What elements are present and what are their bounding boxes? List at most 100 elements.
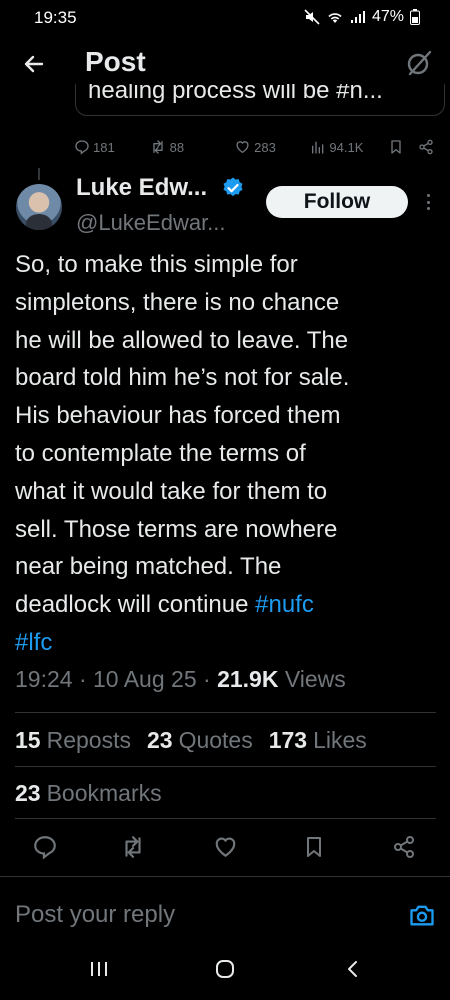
reply-icon	[75, 140, 89, 155]
battery-icon	[410, 9, 420, 25]
prev-repost-button[interactable]: 88	[149, 139, 225, 155]
divider	[15, 712, 436, 713]
prev-like-button[interactable]: 283	[234, 139, 296, 155]
views-icon	[312, 141, 324, 154]
back-button[interactable]	[18, 48, 50, 80]
home-icon	[216, 960, 234, 978]
separator-dot: ·	[78, 666, 94, 692]
post-text-line: So, to make this simple for	[15, 251, 298, 278]
author-handle[interactable]: @LukeEdwar...	[76, 210, 226, 236]
post-text-line: board told him he’s not for sale.	[15, 364, 350, 392]
mute-icon	[304, 9, 320, 25]
verified-badge-icon	[223, 177, 243, 197]
reply-icon	[34, 836, 56, 860]
recent-apps-button[interactable]	[84, 954, 114, 984]
repost-icon	[125, 836, 141, 858]
share-icon	[394, 836, 414, 858]
quoted-post-card[interactable]: healing process will be #n...	[75, 84, 445, 116]
share-button[interactable]	[387, 830, 421, 864]
reposts-stat[interactable]: 15 Reposts	[15, 727, 131, 754]
prev-views-button[interactable]: 94.1K	[310, 139, 384, 155]
more-dot-icon	[426, 194, 430, 197]
bookmarks-count: 23	[15, 780, 41, 806]
camera-button[interactable]	[408, 901, 436, 929]
post-timestamp-row: 19:24 · 10 Aug 25 · 21.9K Views	[15, 666, 346, 693]
post-action-bar	[0, 830, 450, 864]
page-title: Post	[85, 46, 146, 77]
post-text-line: to contemplate the terms of	[15, 439, 306, 467]
post-text-line: sell. Those terms are nowhere	[15, 515, 338, 543]
quotes-count: 23	[146, 727, 173, 753]
divider	[15, 766, 436, 767]
divider	[15, 818, 436, 819]
status-time: 19:35	[34, 8, 77, 27]
views-count: 21.9K	[217, 666, 279, 692]
likes-count: 173	[268, 727, 308, 753]
engagement-stats: 15 Reposts 23 Quotes 173 Likes	[15, 727, 367, 754]
grok-icon	[407, 50, 432, 76]
author-name[interactable]: Luke Edw...	[76, 174, 207, 202]
post-text-line: simpletons, there is no chance	[15, 288, 340, 316]
follow-button[interactable]: Follow	[266, 186, 408, 218]
quotes-label: Quotes	[178, 727, 253, 753]
more-dot-icon	[426, 207, 430, 210]
prev-views-count: 94.1K	[329, 139, 364, 155]
post-date[interactable]: 10 Aug 25	[93, 666, 197, 692]
repost-button[interactable]	[116, 830, 150, 864]
bookmark-icon	[391, 140, 401, 154]
author-row: Luke Edw... @LukeEdwar... Follow	[0, 172, 450, 242]
bookmarks-label: Bookmarks	[46, 780, 162, 806]
status-bar: 19:35 47%	[0, 0, 450, 36]
prev-reply-count: 181	[93, 139, 115, 155]
like-button[interactable]	[208, 830, 242, 864]
system-nav-bar	[0, 940, 450, 1000]
avatar[interactable]	[16, 184, 62, 230]
bookmarks-stat[interactable]: 23 Bookmarks	[15, 780, 162, 807]
prev-repost-count: 88	[169, 139, 185, 155]
reply-button[interactable]	[28, 830, 62, 864]
post-text-line: His behaviour has forced them	[15, 402, 341, 430]
wifi-icon	[326, 10, 344, 24]
chevron-left-icon	[348, 961, 357, 977]
grok-button[interactable]	[404, 48, 434, 78]
post-text-line: he will be allowed to leave. The	[15, 326, 349, 354]
quoted-post-text: healing process will be #n...	[88, 84, 383, 104]
reposts-label: Reposts	[46, 727, 131, 753]
prev-like-count: 283	[254, 139, 276, 155]
likes-label: Likes	[313, 727, 367, 753]
post-body: So, to make this simple for simpletons, …	[15, 246, 435, 662]
post-text: deadlock will continue	[15, 591, 256, 619]
post-time[interactable]: 19:24	[15, 666, 73, 692]
hashtag-link[interactable]: #nufc	[255, 591, 314, 618]
bookmark-stats: 23 Bookmarks	[15, 780, 162, 807]
heart-icon	[236, 141, 249, 154]
prev-reply-button[interactable]: 181	[74, 139, 131, 155]
post-text-line: #lfc	[15, 624, 435, 662]
previous-post-actions: 181 88 283 94.1K	[74, 136, 434, 158]
heart-icon	[215, 837, 235, 857]
separator-dot: ·	[203, 666, 218, 692]
post-text-line-last: deadlock will continue #nufc	[15, 586, 435, 624]
prev-bookmark-button[interactable]	[388, 139, 404, 155]
more-options-button[interactable]	[418, 190, 438, 214]
share-icon	[419, 139, 433, 155]
reply-input[interactable]: Post your reply	[15, 901, 175, 929]
reposts-count: 15	[15, 727, 41, 753]
status-icons: 47%	[304, 8, 420, 26]
prev-share-button[interactable]	[418, 139, 434, 155]
bookmark-button[interactable]	[297, 830, 331, 864]
signal-icon	[350, 10, 366, 24]
home-button[interactable]	[210, 954, 240, 984]
bookmark-icon	[307, 837, 321, 857]
hashtag-link[interactable]: #lfc	[15, 629, 52, 656]
views-label: Views	[284, 666, 346, 692]
arrow-left-icon	[24, 55, 44, 73]
battery-level: 47%	[371, 8, 404, 25]
post-text-line: near being matched. The	[15, 553, 282, 581]
quotes-stat[interactable]: 23 Quotes	[147, 727, 253, 754]
back-nav-button[interactable]	[338, 954, 368, 984]
camera-icon	[410, 905, 434, 926]
likes-stat[interactable]: 173 Likes	[269, 727, 367, 754]
more-dot-icon	[426, 200, 430, 204]
recent-apps-icon	[91, 962, 107, 976]
